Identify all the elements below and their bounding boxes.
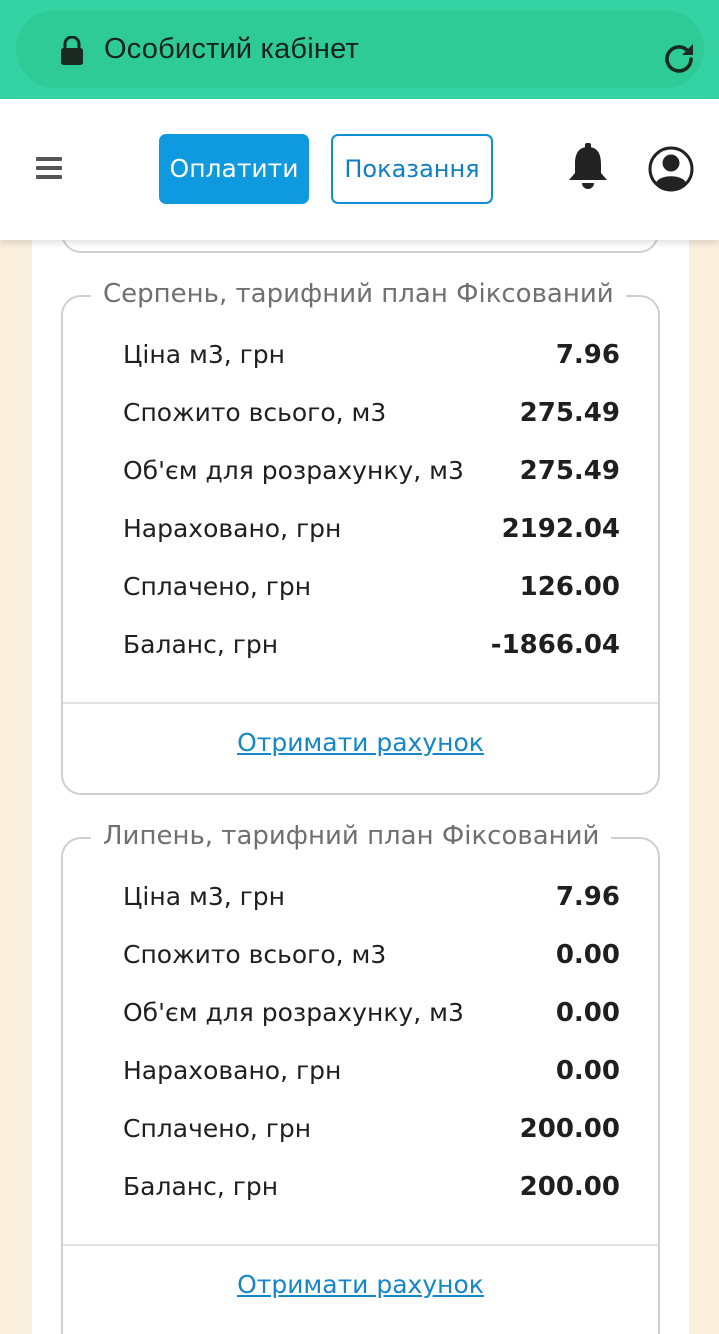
row-value: -1866.04 <box>490 630 620 660</box>
row-value: 0.00 <box>555 940 620 970</box>
lock-icon <box>61 36 83 65</box>
row-value: 200.00 <box>519 1172 620 1202</box>
card-title: Липень, тарифний план Фіксований <box>91 821 612 851</box>
row-label: Нараховано, грн <box>123 514 342 543</box>
pay-button[interactable]: Оплатити <box>159 134 309 204</box>
row-label: Ціна м3, грн <box>123 882 285 911</box>
row-value: 275.49 <box>519 398 620 428</box>
bell-icon[interactable] <box>566 142 610 190</box>
reload-icon[interactable] <box>660 40 698 78</box>
info-row: Спожито всього, м3 275.49 <box>123 393 620 433</box>
get-bill-link[interactable]: Отримати рахунок <box>63 728 658 757</box>
row-value: 2192.04 <box>501 514 620 544</box>
row-label: Нараховано, грн <box>123 1056 342 1085</box>
info-row: Ціна м3, грн 7.96 <box>123 877 620 917</box>
row-label: Ціна м3, грн <box>123 340 285 369</box>
info-row: Ціна м3, грн 7.96 <box>123 335 620 375</box>
divider <box>63 1244 658 1246</box>
info-row: Нараховано, грн 2192.04 <box>123 509 620 549</box>
row-label: Об'єм для розрахунку, м3 <box>123 998 464 1027</box>
info-row: Баланс, грн -1866.04 <box>123 625 620 665</box>
browser-address-bar: Особистий кабінет <box>0 0 719 99</box>
info-row: Сплачено, грн 126.00 <box>123 567 620 607</box>
row-label: Баланс, грн <box>123 1172 279 1201</box>
row-value: 275.49 <box>519 456 620 486</box>
row-value: 7.96 <box>555 340 620 370</box>
get-bill-link[interactable]: Отримати рахунок <box>63 1270 658 1299</box>
row-label: Сплачено, грн <box>123 1114 312 1143</box>
app-header: Оплатити Показання <box>0 99 719 240</box>
info-row: Нараховано, грн 0.00 <box>123 1051 620 1091</box>
row-value: 200.00 <box>519 1114 620 1144</box>
card-title: Серпень, тарифний план Фіксований <box>91 279 626 309</box>
row-value: 7.96 <box>555 882 620 912</box>
info-row: Сплачено, грн 200.00 <box>123 1109 620 1149</box>
info-row: Об'єм для розрахунку, м3 275.49 <box>123 451 620 491</box>
month-card: Серпень, тарифний план Фіксований Ціна м… <box>61 279 660 795</box>
month-card: Липень, тарифний план Фіксований Ціна м3… <box>61 821 660 1334</box>
row-label: Баланс, грн <box>123 630 279 659</box>
row-label: Сплачено, грн <box>123 572 312 601</box>
readings-button[interactable]: Показання <box>331 134 493 204</box>
user-account-icon[interactable] <box>648 146 694 192</box>
row-label: Спожито всього, м3 <box>123 398 387 427</box>
row-value: 0.00 <box>555 998 620 1028</box>
page-title: Особистий кабінет <box>104 33 359 65</box>
info-row: Об'єм для розрахунку, м3 0.00 <box>123 993 620 1033</box>
hamburger-menu-icon[interactable] <box>36 157 62 179</box>
info-row: Баланс, грн 200.00 <box>123 1167 620 1207</box>
row-label: Об'єм для розрахунку, м3 <box>123 456 464 485</box>
row-value: 0.00 <box>555 1056 620 1086</box>
row-label: Спожито всього, м3 <box>123 940 387 969</box>
row-value: 126.00 <box>519 572 620 602</box>
info-row: Спожито всього, м3 0.00 <box>123 935 620 975</box>
url-field[interactable]: Особистий кабінет <box>16 10 704 88</box>
divider <box>63 702 658 704</box>
